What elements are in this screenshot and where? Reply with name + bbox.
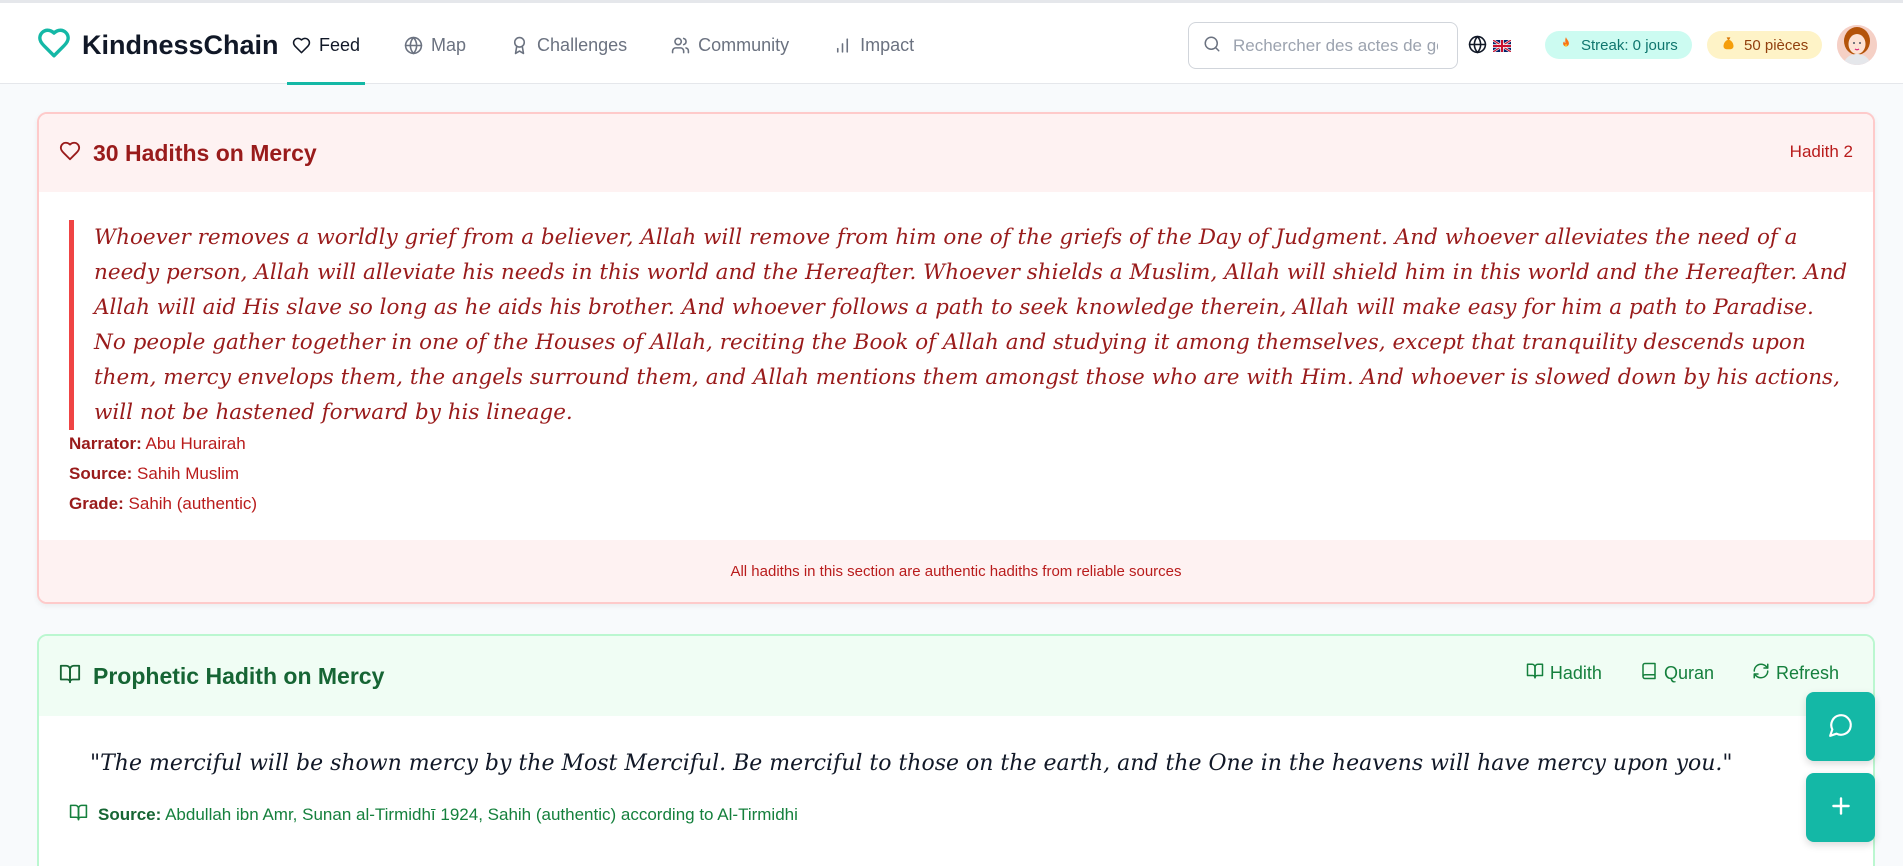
book-open-icon <box>1526 662 1544 685</box>
hadith-card-footer: All hadiths in this section are authenti… <box>39 540 1873 602</box>
heart-logo-icon <box>36 26 72 64</box>
prophetic-quote: "The merciful will be shown mercy by the… <box>90 751 1733 776</box>
add-act-button[interactable] <box>1806 773 1875 842</box>
bar-chart-icon <box>833 36 852 55</box>
flame-icon <box>1559 35 1573 55</box>
prophetic-source: Source: Abdullah ibn Amr, Sunan al-Tirmi… <box>69 803 798 827</box>
nav-community-label: Community <box>698 34 790 55</box>
language-selector[interactable] <box>1468 35 1512 58</box>
app-name: KindnessChain <box>82 29 279 60</box>
hadith-card-header: 30 Hadiths on Mercy Hadith 2 <box>39 114 1873 192</box>
heart-icon <box>59 140 81 166</box>
prophetic-card-title: Prophetic Hadith on Mercy <box>93 662 385 689</box>
user-avatar[interactable] <box>1837 25 1877 65</box>
nav-feed[interactable]: Feed <box>287 25 366 85</box>
book-open-icon <box>59 663 81 689</box>
hadith-meta: Narrator: Abu Hurairah Source: Sahih Mus… <box>69 429 257 519</box>
nav-challenges-label: Challenges <box>537 34 628 55</box>
narrator-value: Abu Hurairah <box>145 434 246 453</box>
hadith-collection-card: 30 Hadiths on Mercy Hadith 2 Whoever rem… <box>37 112 1875 604</box>
prophetic-hadith-card: Prophetic Hadith on Mercy Hadith Quran R… <box>37 634 1875 866</box>
nav-map-label: Map <box>431 34 467 55</box>
search-box[interactable] <box>1188 22 1458 69</box>
chat-button[interactable] <box>1806 692 1875 761</box>
quran-button-label: Quran <box>1663 663 1714 683</box>
grade-row: Grade: Sahih (authentic) <box>69 489 257 519</box>
globe-language-icon <box>1468 35 1487 58</box>
search-input[interactable] <box>1233 35 1438 56</box>
prophetic-source-value: Abdullah ibn Amr, Sunan al-Tirmidhī 1924… <box>165 805 798 824</box>
grade-label: Grade: <box>69 494 124 513</box>
plus-icon <box>1828 793 1854 823</box>
hadith-number: Hadith 2 <box>1789 142 1853 161</box>
heart-icon <box>292 36 311 55</box>
source-row: Source: Sahih Muslim <box>69 459 257 489</box>
book-open-icon <box>69 803 88 827</box>
coins-label: 50 pièces <box>1744 36 1809 54</box>
streak-badge[interactable]: Streak: 0 jours <box>1545 31 1692 59</box>
book-icon <box>1640 662 1658 685</box>
nav-feed-label: Feed <box>319 34 361 55</box>
narrator-row: Narrator: Abu Hurairah <box>69 429 257 459</box>
refresh-button[interactable]: Refresh <box>1752 662 1839 685</box>
coins-badge[interactable]: 50 pièces <box>1707 31 1823 59</box>
nav-community[interactable]: Community <box>666 25 794 65</box>
source-value: Sahih Muslim <box>137 464 240 483</box>
streak-label: Streak: 0 jours <box>1581 36 1678 54</box>
globe-icon <box>404 36 423 55</box>
nav-impact-label: Impact <box>860 34 915 55</box>
prophetic-card-header: Prophetic Hadith on Mercy Hadith Quran R… <box>39 636 1873 716</box>
narrator-label: Narrator: <box>69 434 142 453</box>
refresh-icon <box>1752 662 1770 685</box>
hadith-card-title: 30 Hadiths on Mercy <box>93 139 317 166</box>
coin-bag-icon <box>1721 35 1736 55</box>
prophetic-source-label: Source: <box>98 805 162 824</box>
nav-map[interactable]: Map <box>399 25 471 65</box>
grade-value: Sahih (authentic) <box>128 494 258 513</box>
users-icon <box>671 36 690 55</box>
top-navbar: KindnessChain Feed Map Challenges Commun… <box>0 0 1903 85</box>
app-logo[interactable]: KindnessChain <box>36 25 279 65</box>
hadith-text: Whoever removes a worldly grief from a b… <box>94 225 1848 425</box>
quran-button[interactable]: Quran <box>1640 662 1714 685</box>
nav-challenges[interactable]: Challenges <box>505 25 632 65</box>
nav-impact[interactable]: Impact <box>828 25 919 65</box>
award-icon <box>510 36 529 55</box>
uk-flag-icon <box>1492 37 1512 56</box>
hadith-button-label: Hadith <box>1549 663 1602 683</box>
refresh-button-label: Refresh <box>1775 663 1839 683</box>
hadith-button[interactable]: Hadith <box>1526 662 1602 685</box>
main-nav: Feed Map Challenges Community Impact <box>287 25 953 85</box>
chat-icon <box>1828 712 1854 742</box>
authenticity-note: All hadiths in this section are authenti… <box>730 562 1182 580</box>
search-icon <box>1203 35 1221 57</box>
hadith-quote: Whoever removes a worldly grief from a b… <box>69 220 1849 430</box>
prophetic-card-actions: Hadith Quran Refresh <box>1526 662 1839 685</box>
source-label: Source: <box>69 464 133 483</box>
